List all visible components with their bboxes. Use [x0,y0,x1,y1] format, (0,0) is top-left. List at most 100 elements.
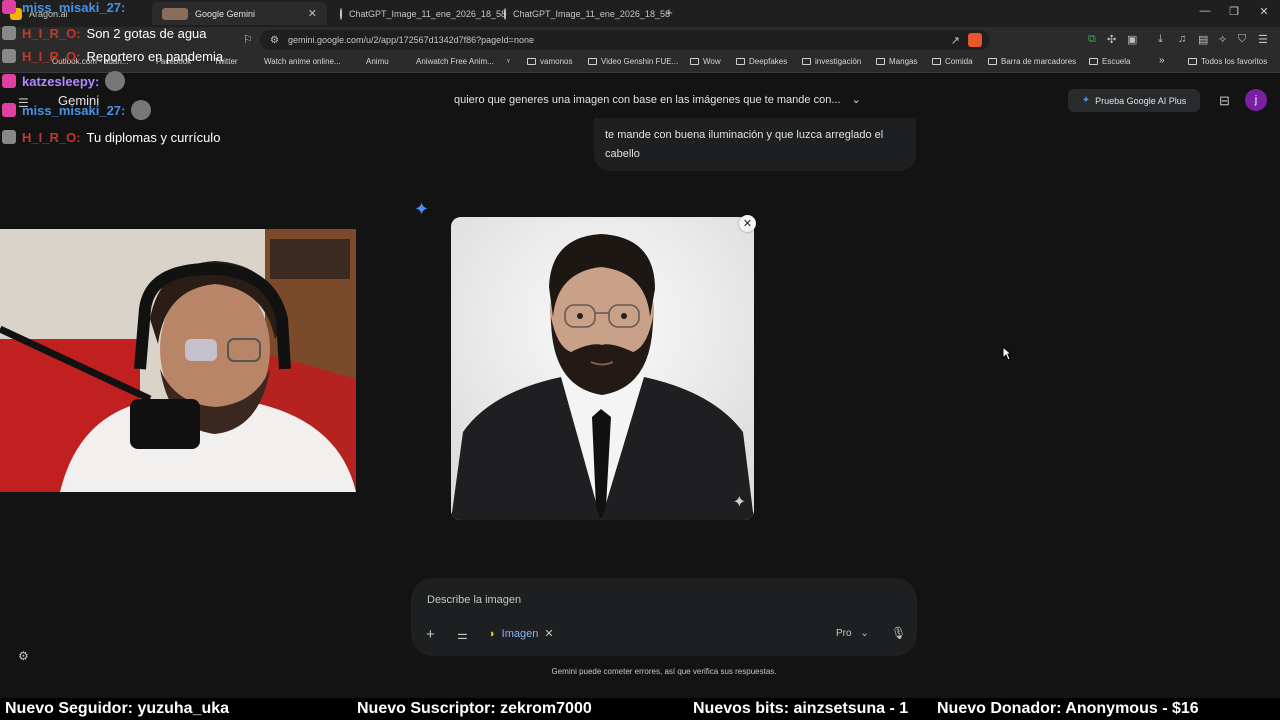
bookmark-folder[interactable]: Escuela [1089,57,1130,66]
bookmark-item[interactable]: Animu [366,57,389,66]
chat-message: H_I_R_O: Tu diplomas y currículo [2,126,220,148]
mouse-cursor-icon [1002,346,1012,361]
bookmark-item[interactable]: Watch anime online... [264,57,341,66]
ai-plus-label: Prueba Google AI Plus [1095,95,1187,106]
settings-gear-icon[interactable]: ⚙ [18,649,29,663]
temporary-chat-icon[interactable]: ⊟ [1219,93,1230,109]
new-tab-button[interactable]: + [654,5,684,20]
remove-chip-icon[interactable]: ✕ [544,627,553,640]
new-donor-alert: Nuevo Donador: Anonymous - $16 [937,700,1199,717]
bookmark-folder-label: investigación [815,57,862,66]
bookmark-folder[interactable]: Video Genshin FUE... [588,57,678,66]
new-bits-alert: Nuevos bits: ainzsetsuna - 1 [693,700,909,717]
bookmarks-more-icon[interactable]: » [1159,55,1165,66]
subscriber-badge-icon [2,0,16,14]
bookmark-folder-label: Mangas [889,57,918,66]
folder-icon [876,58,885,65]
avatar[interactable]: j [1245,89,1267,111]
chevron-down-icon: ⌄ [860,628,869,639]
chat-username: H_I_R_O: [22,48,81,64]
tab-label: Google Gemini [195,8,256,19]
tools-sliders-icon[interactable]: ⚌ [457,628,468,642]
site-info-icon[interactable]: ⚙ [270,35,279,46]
microphone-icon[interactable]: 🎙 [891,626,906,640]
tab-chatgpt-image-1[interactable]: ChatGPT_Image_11_ene_2026_18_58 [330,2,506,25]
minimize-icon[interactable]: — [1190,5,1220,17]
chat-text: Tu diplomas y currículo [86,129,221,145]
download-icon[interactable]: ⤓ [1158,33,1163,46]
folder-icon [1089,58,1098,65]
extension-green-icon[interactable]: ⧉ [1088,33,1096,46]
model-label: Pro [836,628,852,639]
prompt-placeholder[interactable]: Describe la imagen [427,594,521,606]
disclaimer-text: Gemini puede cometer errores, así que ve… [551,667,777,676]
image-tool-chip[interactable]: ◗ Imagen ✕ [489,627,554,641]
chat-message: H_I_R_O: Son 2 gotas de agua [2,22,207,44]
folder-icon [690,58,699,65]
extensions-icon[interactable]: ✣ [1107,33,1116,46]
close-window-icon[interactable]: ✕ [1249,5,1279,18]
close-tab-icon[interactable]: ✕ [308,7,317,20]
folder-icon [802,58,811,65]
bookmark-item[interactable]: Aniwatch Free Anim... [416,57,494,66]
tab-chatgpt-image-2[interactable]: ChatGPT_Image_11_ene_2026_18_58 [494,2,670,25]
share-icon[interactable]: ↗ [951,34,960,47]
bookmark-folder-label: Escuela [1102,57,1131,66]
menu-icon[interactable]: ☰ [1258,33,1268,46]
chat-username: miss_misaki_27: [22,0,126,15]
tool-chip-label: Imagen [501,627,539,640]
all-bookmarks-folder[interactable]: Todos los favoritos [1188,57,1267,66]
bookmark-folder-label: Barra de marcadores [1001,57,1077,66]
add-attachment-icon[interactable]: + [426,626,435,643]
bookmark-folder[interactable]: Wow [690,57,721,66]
gemini-sparkle-icon: ✦ [414,199,430,219]
media-icon[interactable]: ♫ [1178,33,1186,45]
brave-shield-icon[interactable] [968,33,982,47]
bookmark-icon[interactable]: ⚐ [243,33,253,46]
globe-icon [504,7,506,20]
chat-username: miss_misaki_27: [22,102,126,118]
chat-username: katzesleepy: [22,73,100,89]
bookmark-folder[interactable]: Comida [932,57,973,66]
chat-username: H_I_R_O: [22,129,81,145]
chat-message: miss_misaki_27: [2,99,152,121]
tab-label: ChatGPT_Image_11_ene_2026_18_58 [513,8,670,19]
sparkle-icon: ✦ [1081,95,1091,106]
try-ai-plus-button[interactable]: ✦ Prueba Google AI Plus [1068,89,1200,112]
restore-icon[interactable]: ❐ [1219,5,1249,18]
bookmark-folder[interactable]: Mangas [876,57,917,66]
close-icon[interactable]: ✕ [739,215,756,232]
chevron-down-icon: ⌄ [851,94,861,106]
prompt-input-box[interactable]: Describe la imagen + ⚌ ◗ Imagen ✕ Pro ⌄ … [411,578,917,656]
conversation-title[interactable]: quiero que generes una imagen con base e… [454,93,861,106]
reader-icon[interactable]: ▣ [1127,33,1137,46]
bookmark-folder[interactable]: Barra de marcadores [988,57,1076,66]
emote-icon [105,71,126,91]
image-sparkle-watermark-icon: ✦ [732,494,746,511]
chat-username: H_I_R_O: [22,25,81,41]
url-field[interactable]: ⚙ gemini.google.com/u/2/app/172567d1342d… [260,30,990,50]
vpn-icon[interactable]: ⛉ [1238,33,1246,46]
wallet-icon[interactable]: ▤ [1198,33,1208,46]
webcam-picture [0,229,356,492]
gemini-tab-thumbnail-icon [162,7,188,20]
folder-icon [527,58,536,65]
pixel-badge-icon [2,130,16,144]
chat-text: Son 2 gotas de agua [86,25,207,41]
folder-icon [1188,58,1197,65]
bookmark-folder[interactable]: Deepfakes [736,57,787,66]
banana-icon: ◗ [489,627,496,640]
tab-label: ChatGPT_Image_11_ene_2026_18_58 [349,8,506,19]
new-subscriber-alert: Nuevo Suscriptor: zekrom7000 [357,700,592,717]
url-text: gemini.google.com/u/2/app/172567d1342d7f… [288,35,534,45]
bookmark-folder[interactable]: vamonos [527,57,572,66]
generated-image[interactable]: ✦ [451,217,754,520]
bookmark-mystery-icon[interactable]: ᵞ [507,57,510,66]
stream-alert-ticker: Nuevo Seguidor: yuzuha_uka Nuevo Suscrip… [0,698,1280,720]
model-selector[interactable]: Pro ⌄ [836,628,869,639]
leo-ai-icon[interactable]: ✧ [1218,33,1227,46]
bookmark-folder[interactable]: investigación [802,57,861,66]
folder-icon [588,58,597,65]
chat-message: H_I_R_O: Reportero en pandemia [2,45,223,67]
new-follower-alert: Nuevo Seguidor: yuzuha_uka [5,700,230,717]
